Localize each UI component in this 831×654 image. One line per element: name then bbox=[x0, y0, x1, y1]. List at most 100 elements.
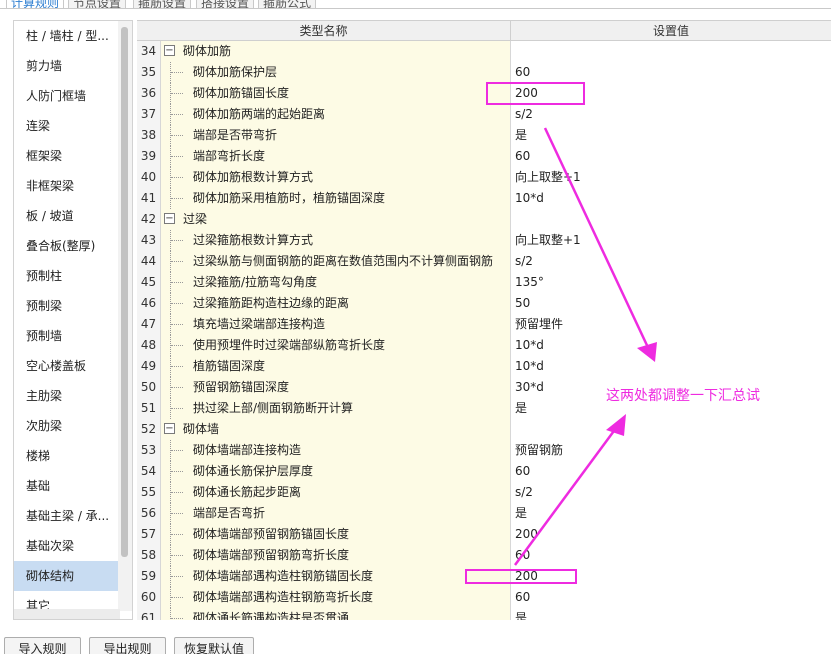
type-name-text: 砌体墙 bbox=[183, 422, 220, 436]
table-row[interactable]: 39 端部弯折长度 60 bbox=[137, 146, 831, 167]
table-row[interactable]: 43 过梁箍筋根数计算方式 向上取整+1 bbox=[137, 230, 831, 251]
setting-value-cell[interactable]: 10*d bbox=[511, 188, 831, 209]
sidebar-item[interactable]: 次肋梁 bbox=[14, 411, 120, 441]
setting-value-cell[interactable] bbox=[511, 419, 831, 440]
table-row[interactable]: 61 砌体通长筋遇构造柱是否贯通 是 bbox=[137, 608, 831, 620]
tree-guide-line bbox=[170, 293, 184, 314]
sidebar-item[interactable]: 人防门框墙 bbox=[14, 81, 120, 111]
sidebar-item[interactable]: 楼梯 bbox=[14, 441, 120, 471]
sidebar-vertical-scrollbar[interactable] bbox=[118, 21, 132, 611]
sidebar-item[interactable]: 剪力墙 bbox=[14, 51, 120, 81]
group-row[interactable]: 52− 砌体墙 bbox=[137, 419, 831, 440]
restore-defaults-button[interactable]: 恢复默认值 bbox=[174, 637, 254, 654]
sidebar-item[interactable]: 砌体结构 bbox=[14, 561, 120, 591]
setting-value-cell[interactable]: 135° bbox=[511, 272, 831, 293]
type-name-cell: 过梁纵筋与侧面钢筋的距离在数值范围内不计算侧面钢筋 bbox=[161, 251, 511, 272]
setting-value-cell[interactable]: 60 bbox=[511, 587, 831, 608]
collapse-toggle-icon[interactable]: − bbox=[164, 423, 175, 434]
sidebar-scrollbar-thumb[interactable] bbox=[121, 27, 128, 557]
setting-value-cell[interactable]: 预留钢筋 bbox=[511, 440, 831, 461]
tab-stirrup-formula[interactable]: 箍筋公式 bbox=[258, 0, 317, 8]
table-row[interactable]: 53 砌体墙端部连接构造 预留钢筋 bbox=[137, 440, 831, 461]
sidebar-item[interactable]: 叠合板(整厚) bbox=[14, 231, 120, 261]
sidebar-item[interactable]: 连梁 bbox=[14, 111, 120, 141]
sidebar-item[interactable]: 框架梁 bbox=[14, 141, 120, 171]
group-row[interactable]: 42− 过梁 bbox=[137, 209, 831, 230]
table-row[interactable]: 49 植筋锚固深度 10*d bbox=[137, 356, 831, 377]
table-row[interactable]: 58 砌体墙端部预留钢筋弯折长度 60 bbox=[137, 545, 831, 566]
setting-value-cell[interactable]: 预留埋件 bbox=[511, 314, 831, 335]
type-name-cell: 端部是否弯折 bbox=[161, 503, 511, 524]
setting-value-cell[interactable]: 60 bbox=[511, 545, 831, 566]
setting-value-cell[interactable]: 50 bbox=[511, 293, 831, 314]
table-row[interactable]: 35 砌体加筋保护层 60 bbox=[137, 62, 831, 83]
setting-value-cell[interactable]: s/2 bbox=[511, 104, 831, 125]
sidebar-item[interactable]: 预制墙 bbox=[14, 321, 120, 351]
setting-value-cell[interactable]: 60 bbox=[511, 62, 831, 83]
table-row[interactable]: 56 端部是否弯折 是 bbox=[137, 503, 831, 524]
tab-stirrup-settings[interactable]: 箍筋设置 bbox=[133, 0, 192, 8]
setting-value-cell[interactable]: 是 bbox=[511, 608, 831, 620]
table-row[interactable]: 38 端部是否带弯折 是 bbox=[137, 125, 831, 146]
tree-guide-line bbox=[170, 230, 184, 251]
type-name-text: 砌体通长筋保护层厚度 bbox=[193, 464, 314, 478]
component-type-items: 柱 / 墙柱 / 型... 剪力墙 人防门框墙 连梁 框架梁 非框架梁板 / 坡道 叠合板(… bbox=[14, 21, 120, 619]
table-row[interactable]: 55 砌体通长筋起步距离 s/2 bbox=[137, 482, 831, 503]
sidebar-horizontal-scrollbar[interactable] bbox=[14, 609, 120, 619]
setting-value-cell[interactable]: 是 bbox=[511, 125, 831, 146]
setting-value-cell[interactable]: s/2 bbox=[511, 251, 831, 272]
sidebar-item[interactable]: 非框架梁 bbox=[14, 171, 120, 201]
setting-value-cell[interactable]: 60 bbox=[511, 461, 831, 482]
table-row[interactable]: 60 砌体墙端部遇构造柱钢筋弯折长度 60 bbox=[137, 587, 831, 608]
setting-value-cell[interactable]: 10*d bbox=[511, 356, 831, 377]
sidebar-item[interactable]: 柱 / 墙柱 / 型... bbox=[14, 21, 120, 51]
type-name-text: 砌体墙端部预留钢筋弯折长度 bbox=[193, 548, 350, 562]
table-row[interactable]: 36 砌体加筋锚固长度 200 bbox=[137, 83, 831, 104]
tab-calc-rules[interactable]: 计算规则 bbox=[6, 0, 65, 8]
sidebar-item[interactable]: 基础次梁 bbox=[14, 531, 120, 561]
type-name-text: 砌体墙端部遇构造柱钢筋弯折长度 bbox=[193, 590, 374, 604]
setting-value-cell[interactable]: s/2 bbox=[511, 482, 831, 503]
setting-value-cell[interactable] bbox=[511, 209, 831, 230]
type-name-cell: 砌体加筋锚固长度 bbox=[161, 83, 511, 104]
table-row[interactable]: 41 砌体加筋采用植筋时，植筋锚固深度 10*d bbox=[137, 188, 831, 209]
setting-value-cell[interactable]: 10*d bbox=[511, 335, 831, 356]
type-name-text: 端部是否弯折 bbox=[193, 506, 266, 520]
tree-guide-line bbox=[170, 188, 184, 209]
sidebar-item[interactable]: 基础主梁 / 承... bbox=[14, 501, 120, 531]
table-row[interactable]: 37 砌体加筋两端的起始距离 s/2 bbox=[137, 104, 831, 125]
table-row[interactable]: 47 填充墙过梁端部连接构造 预留埋件 bbox=[137, 314, 831, 335]
collapse-toggle-icon[interactable]: − bbox=[164, 45, 175, 56]
sidebar-item[interactable]: 板 / 坡道 bbox=[14, 201, 120, 231]
table-row[interactable]: 45 过梁箍筋/拉筋弯勾角度 135° bbox=[137, 272, 831, 293]
setting-value-cell[interactable]: 向上取整+1 bbox=[511, 230, 831, 251]
table-row[interactable]: 57 砌体墙端部预留钢筋锚固长度 200 bbox=[137, 524, 831, 545]
table-row[interactable]: 44 过梁纵筋与侧面钢筋的距离在数值范围内不计算侧面钢筋 s/2 bbox=[137, 251, 831, 272]
tab-lap-settings[interactable]: 搭接设置 bbox=[196, 0, 255, 8]
sidebar-item[interactable]: 空心楼盖板 bbox=[14, 351, 120, 381]
sidebar-item[interactable]: 预制柱 bbox=[14, 261, 120, 291]
tree-guide-line bbox=[170, 608, 184, 620]
export-rules-button[interactable]: 导出规则 bbox=[89, 637, 166, 654]
type-name-text: 砌体墙端部预留钢筋锚固长度 bbox=[193, 527, 350, 541]
table-row[interactable]: 46 过梁箍筋距构造柱边缘的距离 50 bbox=[137, 293, 831, 314]
setting-value-cell[interactable]: 向上取整+1 bbox=[511, 167, 831, 188]
tab-node-settings[interactable]: 节点设置 bbox=[68, 0, 127, 8]
row-number: 39 bbox=[137, 146, 161, 167]
table-row[interactable]: 40 砌体加筋根数计算方式 向上取整+1 bbox=[137, 167, 831, 188]
setting-value-cell[interactable] bbox=[511, 41, 831, 62]
import-rules-button[interactable]: 导入规则 bbox=[4, 637, 81, 654]
tree-guide-line bbox=[170, 104, 184, 125]
table-row[interactable]: 54 砌体通长筋保护层厚度 60 bbox=[137, 461, 831, 482]
group-row[interactable]: 34− 砌体加筋 bbox=[137, 41, 831, 62]
sidebar-item[interactable]: 预制梁 bbox=[14, 291, 120, 321]
setting-value-cell[interactable]: 是 bbox=[511, 503, 831, 524]
type-name-text: 砌体墙端部遇构造柱钢筋锚固长度 bbox=[193, 569, 374, 583]
setting-value-cell[interactable]: 60 bbox=[511, 146, 831, 167]
sidebar-item[interactable]: 基础 bbox=[14, 471, 120, 501]
collapse-toggle-icon[interactable]: − bbox=[164, 213, 175, 224]
setting-value-cell[interactable]: 200 bbox=[511, 524, 831, 545]
table-row[interactable]: 48 使用预埋件时过梁端部纵筋弯折长度 10*d bbox=[137, 335, 831, 356]
component-type-list: 柱 / 墙柱 / 型... 剪力墙 人防门框墙 连梁 框架梁 非框架梁板 / 坡道 叠合板(… bbox=[13, 20, 133, 620]
sidebar-item[interactable]: 主肋梁 bbox=[14, 381, 120, 411]
